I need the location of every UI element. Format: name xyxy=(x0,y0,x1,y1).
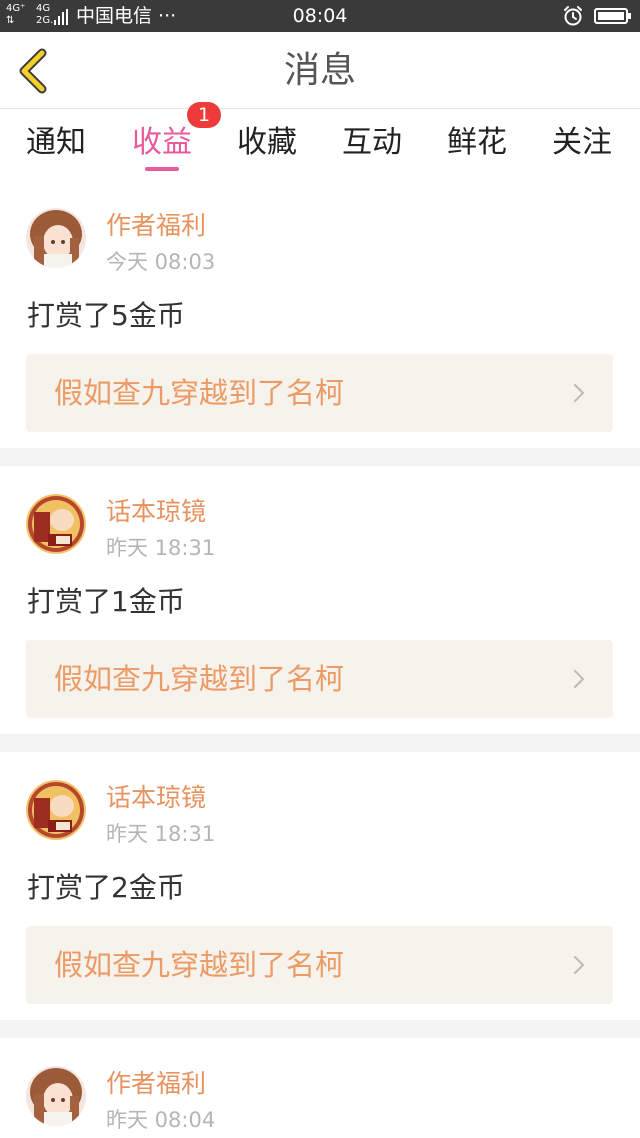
chevron-right-icon xyxy=(573,669,585,689)
avatar[interactable] xyxy=(26,208,86,268)
message-time: 昨天 08:04 xyxy=(106,1108,216,1132)
book-title: 假如查九穿越到了名柯 xyxy=(54,948,345,982)
message-text: 打赏了1金币 xyxy=(27,585,185,618)
alarm-clock-icon xyxy=(564,6,582,26)
message-time: 昨天 18:31 xyxy=(106,536,216,560)
tab-flowers[interactable]: 鲜花 xyxy=(432,123,522,163)
book-link[interactable]: 假如查九穿越到了名柯 xyxy=(26,640,613,718)
message-time: 今天 08:03 xyxy=(106,250,216,274)
sender-name: 作者福利 xyxy=(106,211,207,240)
chevron-right-icon xyxy=(573,955,585,975)
section-divider xyxy=(0,734,640,752)
tab-following[interactable]: 关注 xyxy=(537,123,627,163)
avatar[interactable] xyxy=(26,494,86,554)
status-bar: 4G⁺ ⇅ 4G 2G. 中国电信 ··· 08:04 xyxy=(0,0,640,32)
message-card: 作者福利 昨天 08:04 xyxy=(0,1038,640,1138)
message-text: 打赏了2金币 xyxy=(27,871,185,904)
tab-favorites[interactable]: 收藏 xyxy=(222,123,312,163)
book-title: 假如查九穿越到了名柯 xyxy=(54,376,345,410)
sender-name: 话本琼镜 xyxy=(106,497,207,526)
avatar[interactable] xyxy=(26,780,86,840)
battery-full-icon xyxy=(594,8,631,24)
avatar[interactable] xyxy=(26,1066,86,1126)
sender-name: 作者福利 xyxy=(106,1069,207,1098)
active-tab-indicator xyxy=(145,167,179,171)
tab-bar: 通知 收益 收藏 互动 鲜花 关注 xyxy=(0,109,640,180)
tab-interactions[interactable]: 互动 xyxy=(327,123,417,163)
sender-name: 话本琼镜 xyxy=(106,783,207,812)
message-time: 昨天 18:31 xyxy=(106,822,216,846)
message-card: 作者福利 今天 08:03 打赏了5金币 假如查九穿越到了名柯 xyxy=(0,180,640,448)
message-card: 话本琼镜 昨天 18:31 打赏了2金币 假如查九穿越到了名柯 xyxy=(0,752,640,1020)
chevron-right-icon xyxy=(573,383,585,403)
status-time: 08:04 xyxy=(292,5,348,27)
message-text: 打赏了5金币 xyxy=(27,299,185,332)
message-card: 话本琼镜 昨天 18:31 打赏了1金币 假如查九穿越到了名柯 xyxy=(0,466,640,734)
page-title: 消息 xyxy=(283,50,356,91)
book-link[interactable]: 假如查九穿越到了名柯 xyxy=(26,354,613,432)
section-divider xyxy=(0,1020,640,1038)
unread-badge: 1 xyxy=(187,102,221,128)
book-link[interactable]: 假如查九穿越到了名柯 xyxy=(26,926,613,1004)
app-header: 消息 xyxy=(0,32,640,109)
section-divider xyxy=(0,448,640,466)
tab-notifications[interactable]: 通知 xyxy=(11,123,101,163)
book-title: 假如查九穿越到了名柯 xyxy=(54,662,345,696)
tab-earnings[interactable]: 收益 xyxy=(117,123,207,163)
